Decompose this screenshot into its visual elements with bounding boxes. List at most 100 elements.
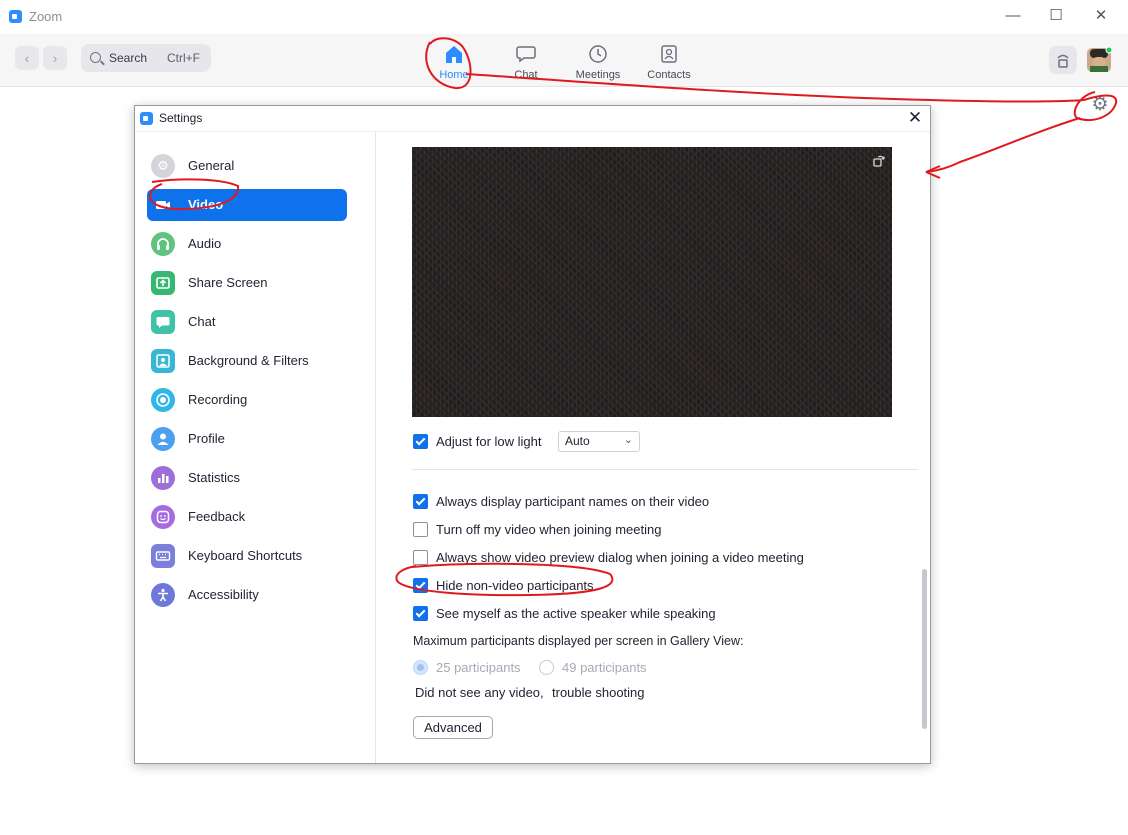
sidebar-item-audio[interactable]: Audio [147, 228, 347, 260]
active-speaker-checkbox[interactable] [413, 606, 428, 621]
sidebar-item-label: Statistics [188, 470, 241, 485]
sidebar-item-label: Feedback [188, 509, 246, 524]
turn-off-video-checkbox[interactable] [413, 522, 428, 537]
maximize-button[interactable]: ☐ [1046, 6, 1066, 26]
option-row: Turn off my video when joining meeting [413, 521, 893, 539]
close-button[interactable]: ✕ [1091, 6, 1111, 26]
chevron-down-icon: ⌄ [623, 434, 633, 446]
settings-gear-icon[interactable]: ⚙ [1089, 94, 1111, 116]
gallery-heading-row: Maximum participants displayed per scree… [413, 633, 893, 651]
main-toolbar: ‹ › Search Ctrl+F Home Chat Meetings Con… [0, 34, 1128, 87]
gear-icon: ⚙ [151, 154, 175, 178]
option-label: Always show video preview dialog when jo… [436, 550, 804, 565]
option-label: Turn off my video when joining meeting [436, 522, 662, 537]
display-names-checkbox[interactable] [413, 494, 428, 509]
back-arrow-icon[interactable]: ‹ [15, 46, 39, 70]
no-video-text: Did not see any video, [415, 685, 544, 700]
tab-chat[interactable]: Chat [491, 40, 561, 82]
sidebar-item-label: Chat [188, 314, 216, 329]
sidebar-item-label: Profile [188, 431, 225, 446]
minimize-button[interactable]: — [1003, 6, 1023, 26]
sidebar-item-accessibility[interactable]: Accessibility [147, 579, 347, 611]
avatar[interactable] [1085, 46, 1113, 74]
tab-home-label: Home [439, 69, 469, 81]
search-label: Search [109, 51, 148, 65]
radio-25-participants[interactable] [413, 660, 428, 675]
chat-bubble-icon [151, 310, 175, 334]
option-label: Hide non-video participants [436, 578, 594, 593]
advanced-button[interactable]: Advanced [413, 716, 493, 739]
clock-icon [587, 44, 609, 64]
adjust-low-light-checkbox[interactable] [413, 434, 428, 449]
close-icon[interactable]: ✕ [905, 107, 925, 129]
sidebar-item-keyboard-shortcuts[interactable]: Keyboard Shortcuts [147, 540, 347, 572]
sidebar-item-general[interactable]: ⚙ General [147, 150, 347, 182]
rotate-camera-icon[interactable] [872, 154, 886, 168]
option-label: See myself as the active speaker while s… [436, 606, 716, 621]
profile-icon [151, 427, 175, 451]
troubleshoot-link[interactable]: trouble shooting [552, 685, 645, 700]
search-box[interactable]: Search Ctrl+F [81, 44, 211, 72]
tab-meetings[interactable]: Meetings [563, 40, 633, 82]
zoom-logo-icon [140, 112, 153, 125]
adjust-low-light-row: Adjust for low light Auto ⌄ [413, 431, 673, 452]
contacts-icon [658, 44, 680, 64]
sidebar-item-profile[interactable]: Profile [147, 423, 347, 455]
sidebar-item-label: Recording [188, 392, 248, 407]
tab-contacts-label: Contacts [647, 69, 691, 81]
low-light-mode-select[interactable]: Auto ⌄ [558, 431, 640, 452]
video-settings-panel: Adjust for low light Auto ⌄ Always displ… [376, 132, 930, 763]
home-icon [443, 44, 465, 64]
sidebar-item-label: Audio [188, 236, 222, 251]
zoom-logo-icon [9, 10, 22, 23]
sidebar-item-share-screen[interactable]: Share Screen [147, 267, 347, 299]
sidebar-item-video[interactable]: Video [147, 189, 347, 221]
option-row: Always display participant names on thei… [413, 493, 893, 511]
search-icon [90, 52, 101, 63]
headphones-icon [151, 232, 175, 256]
radio-25-label: 25 participants [436, 660, 521, 675]
recording-icon [151, 388, 175, 412]
feedback-icon [151, 505, 175, 529]
keyboard-icon [151, 544, 175, 568]
settings-sidebar: ⚙ General Video Audio Share Screen Chat … [135, 132, 376, 763]
presence-icon[interactable] [1049, 46, 1077, 74]
sidebar-item-label: Video [188, 197, 224, 212]
sidebar-item-label: Share Screen [188, 275, 268, 290]
low-light-mode-value: Auto [565, 434, 590, 448]
tab-contacts[interactable]: Contacts [634, 40, 704, 82]
settings-title: Settings [159, 111, 203, 125]
app-title: Zoom [29, 9, 63, 24]
settings-titlebar: Settings ✕ [135, 106, 930, 132]
settings-dialog: Settings ✕ ⚙ General Video Audio Share S… [134, 105, 931, 764]
sidebar-item-label: Keyboard Shortcuts [188, 548, 303, 563]
search-shortcut: Ctrl+F [167, 51, 200, 65]
sidebar-item-label: Accessibility [188, 587, 259, 602]
option-row: Always show video preview dialog when jo… [413, 549, 893, 567]
hide-non-video-checkbox[interactable] [413, 578, 428, 593]
sidebar-item-label: General [188, 158, 235, 173]
sidebar-item-feedback[interactable]: Feedback [147, 501, 347, 533]
section-divider [412, 469, 918, 470]
tab-chat-label: Chat [514, 69, 538, 81]
video-preview-dialog-checkbox[interactable] [413, 550, 428, 565]
forward-arrow-icon[interactable]: › [43, 46, 67, 70]
sidebar-item-recording[interactable]: Recording [147, 384, 347, 416]
sidebar-item-chat[interactable]: Chat [147, 306, 347, 338]
accessibility-icon [151, 583, 175, 607]
statistics-icon [151, 466, 175, 490]
sidebar-item-label: Background & Filters [188, 353, 309, 368]
option-row: See myself as the active speaker while s… [413, 605, 893, 623]
option-row: Hide non-video participants [413, 577, 893, 595]
sidebar-item-statistics[interactable]: Statistics [147, 462, 347, 494]
option-label: Always display participant names on thei… [436, 494, 710, 509]
scrollbar[interactable] [922, 569, 927, 729]
tab-meetings-label: Meetings [575, 69, 621, 81]
radio-49-participants[interactable] [539, 660, 554, 675]
sidebar-item-background-filters[interactable]: Background & Filters [147, 345, 347, 377]
gallery-heading: Maximum participants displayed per scree… [413, 634, 744, 648]
tab-home[interactable]: Home [419, 40, 489, 82]
troubleshoot-row: Did not see any video, trouble shooting [413, 684, 713, 702]
share-screen-icon [151, 271, 175, 295]
main-titlebar: Zoom — ☐ ✕ [0, 0, 1128, 35]
